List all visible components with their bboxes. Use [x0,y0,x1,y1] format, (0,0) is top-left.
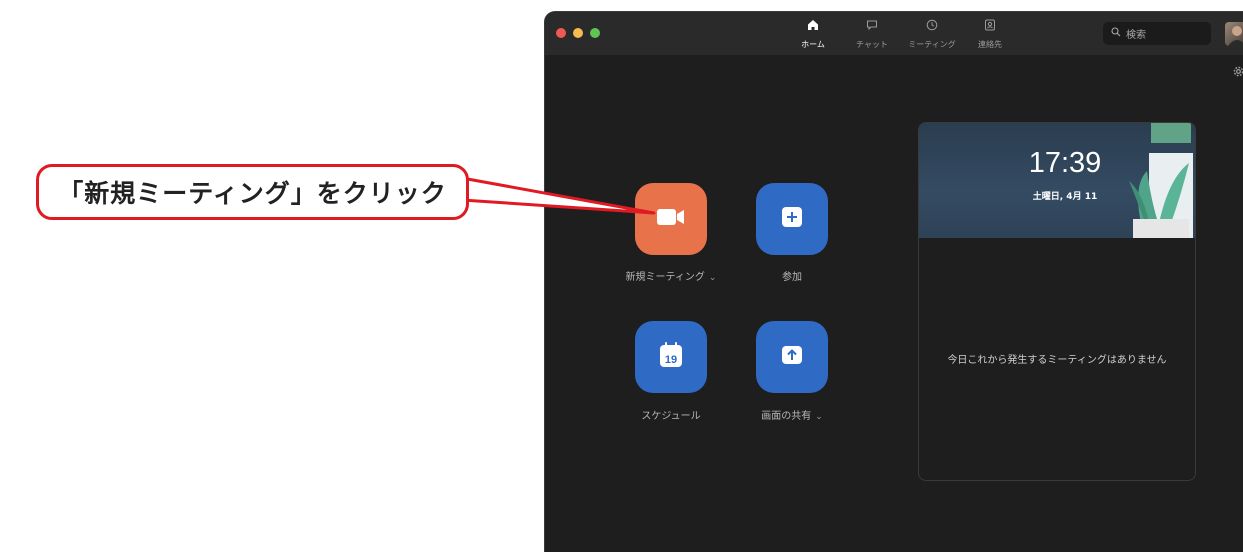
instruction-callout: 「新規ミーティング」をクリック [36,164,469,220]
callout-pointer [460,176,656,215]
callout-text: 「新規ミーティング」をクリック [58,179,447,208]
